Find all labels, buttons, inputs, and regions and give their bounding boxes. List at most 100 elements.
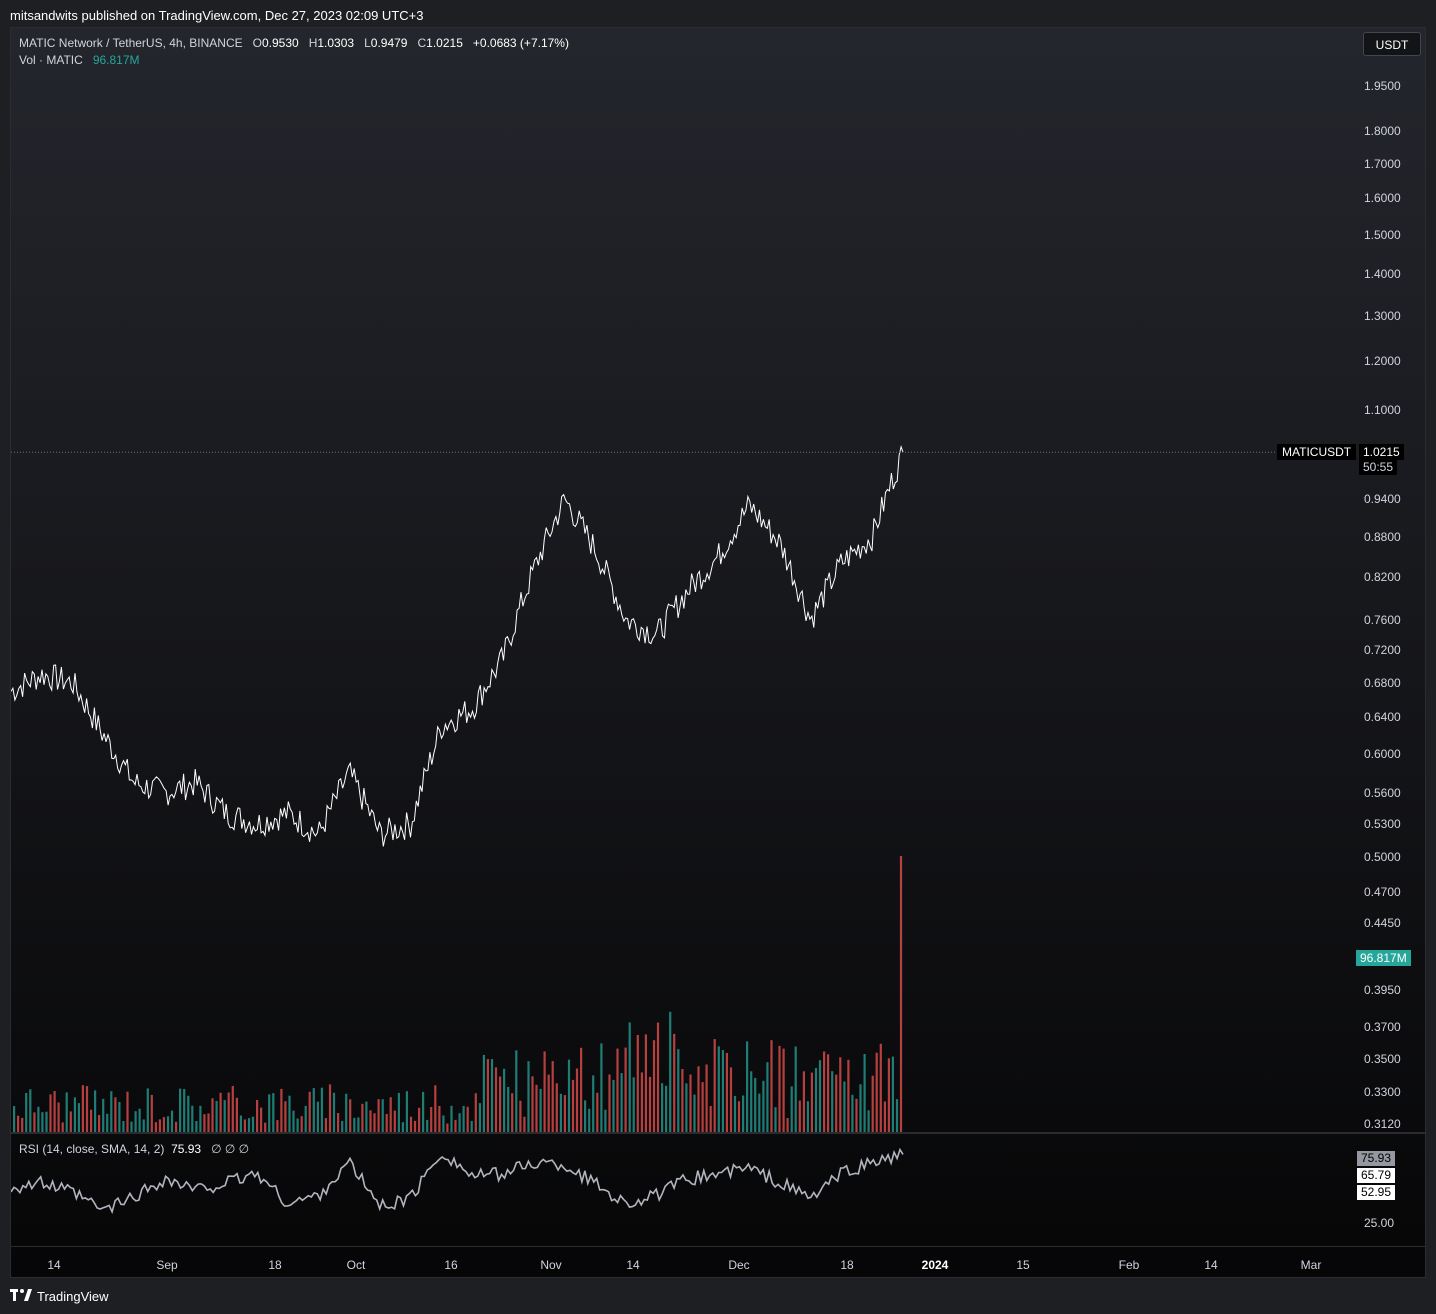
time-axis-label: Sep: [156, 1258, 178, 1272]
time-axis-label: 2024: [921, 1258, 949, 1272]
price-axis-label: 0.5600: [1364, 785, 1401, 800]
price-axis-label: 0.5300: [1364, 816, 1401, 831]
volume-bar: [843, 1081, 846, 1132]
volume-bar: [770, 1040, 773, 1132]
volume-bar: [90, 1109, 93, 1132]
currency-button[interactable]: USDT: [1363, 32, 1421, 56]
open-value: 0.9530: [261, 36, 299, 50]
volume-bar: [304, 1105, 307, 1132]
volume-bar: [879, 1043, 882, 1132]
symbol-title: MATIC Network / TetherUS, 4h, BINANCE: [19, 36, 243, 50]
volume-bar: [17, 1115, 20, 1132]
footer: TradingView: [10, 1288, 109, 1304]
time-axis-label: 18: [268, 1258, 282, 1272]
volume-bar: [669, 1011, 672, 1132]
volume-bar: [231, 1086, 234, 1132]
volume-bar: [624, 1047, 627, 1132]
volume-bar: [709, 1106, 712, 1132]
volume-bar: [94, 1090, 97, 1132]
volume-bar: [280, 1088, 283, 1132]
open-key: O: [252, 36, 262, 50]
volume-bar: [891, 1056, 894, 1132]
volume-bar: [462, 1106, 465, 1132]
volume-bar: [612, 1079, 615, 1132]
volume-bar: [312, 1088, 315, 1132]
volume-bar: [681, 1069, 684, 1132]
volume-bar: [401, 1122, 404, 1132]
volume-bar: [608, 1074, 611, 1132]
price-pane[interactable]: [11, 28, 1426, 1132]
volume-bar: [45, 1111, 48, 1132]
volume-bar: [320, 1087, 323, 1132]
volume-bar: [535, 1084, 538, 1132]
volume-bar: [823, 1051, 826, 1132]
volume-bar: [794, 1046, 797, 1132]
bar-countdown: 50:55: [1359, 459, 1398, 475]
volume-bar: [102, 1098, 105, 1132]
volume-bar: [737, 1101, 741, 1132]
low-key: L: [364, 36, 371, 50]
volume-bar: [693, 1094, 696, 1132]
volume-bar: [733, 1096, 737, 1132]
volume-bar: [337, 1113, 340, 1132]
volume-bar: [859, 1084, 862, 1132]
close-key: C: [417, 36, 427, 50]
volume-value: 96.817M: [92, 53, 140, 67]
price-axis-label: 0.7200: [1364, 643, 1401, 658]
volume-bar: [588, 1108, 591, 1132]
volume-bar: [519, 1100, 522, 1132]
volume-bar: [895, 1099, 899, 1132]
chart-area[interactable]: MATIC Network / TetherUS, 4h, BINANCE O0…: [10, 27, 1426, 1278]
volume-bar: [114, 1097, 117, 1132]
volume-bar: [183, 1089, 186, 1132]
price-axis-label: 0.3300: [1364, 1085, 1401, 1100]
volume-bar: [470, 1121, 473, 1132]
volume-bar: [656, 1022, 660, 1132]
volume-bar: [138, 1108, 141, 1132]
volume-bar: [717, 1046, 720, 1132]
volume-bar: [701, 1082, 704, 1132]
volume-bar: [426, 1119, 429, 1132]
volume-bar: [203, 1114, 206, 1132]
price-axis-label: 1.5000: [1364, 227, 1401, 242]
volume-bar: [750, 1071, 753, 1132]
volume-bar: [385, 1114, 388, 1132]
volume-bar: [867, 1110, 870, 1132]
volume-bar: [814, 1068, 818, 1132]
volume-bar: [154, 1122, 157, 1132]
volume-bar: [175, 1121, 178, 1132]
volume-bar: [126, 1091, 129, 1132]
volume-bar: [620, 1073, 623, 1132]
volume-bar: [345, 1093, 348, 1132]
time-axis-label: Dec: [728, 1258, 750, 1272]
volume-bar: [697, 1066, 700, 1132]
volume-bar: [332, 1092, 336, 1132]
volume-bar: [494, 1067, 498, 1132]
volume-bar: [806, 1101, 809, 1132]
volume-bar: [661, 1083, 664, 1132]
volume-bar: [746, 1041, 749, 1132]
time-axis-label: Oct: [346, 1258, 366, 1272]
volume-bar: [195, 1121, 198, 1132]
volume-bar: [827, 1054, 830, 1132]
volume-bar: [187, 1095, 190, 1132]
change-value: +0.0683 (+7.17%): [472, 36, 569, 50]
price-axis-label: 1.4000: [1364, 266, 1401, 281]
volume-bar: [762, 1080, 765, 1132]
volume-bar: [507, 1086, 510, 1132]
price-axis-label: 0.4450: [1364, 915, 1401, 930]
footer-brand: TradingView: [37, 1288, 109, 1304]
volume-bar: [758, 1093, 761, 1132]
volume-bar: [871, 1075, 874, 1132]
volume-bar: [130, 1121, 133, 1132]
volume-bar: [61, 1122, 64, 1132]
rsi-tag-value: 75.93: [1357, 1151, 1396, 1166]
last-price-tag: 1.0215: [1359, 444, 1404, 460]
volume-bar: [223, 1100, 226, 1132]
rsi-value: 75.93: [171, 1142, 202, 1156]
volume-bar: [742, 1095, 745, 1132]
price-axis-label: 0.7600: [1364, 612, 1401, 627]
volume-bar: [25, 1093, 28, 1132]
volume-bar: [239, 1115, 242, 1132]
volume-bar: [665, 1085, 668, 1132]
